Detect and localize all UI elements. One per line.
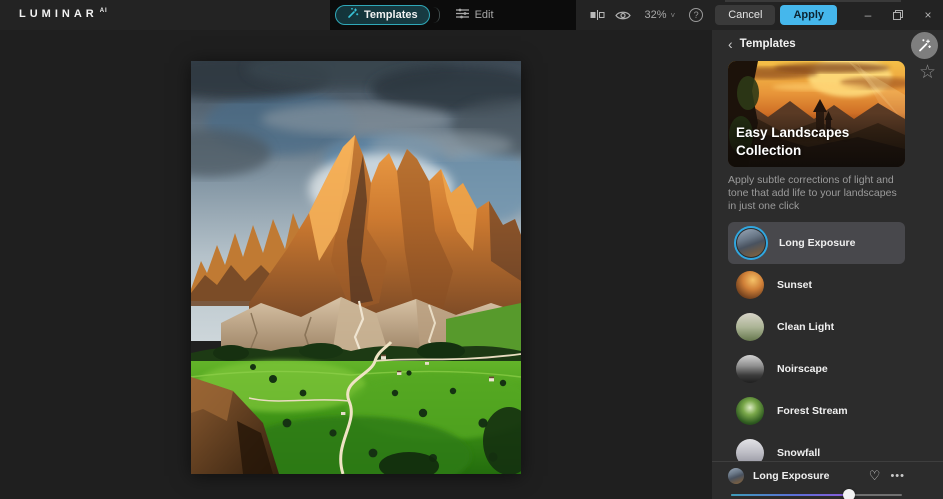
favorite-heart-icon[interactable]: ♡ — [869, 468, 881, 484]
noirscape-thumbnail — [736, 355, 764, 383]
template-row-noirscape[interactable]: Noirscape — [728, 348, 905, 390]
collection-card[interactable]: Easy Landscapes Collection — [728, 61, 905, 167]
edit-sliders-icon — [456, 6, 469, 24]
chevron-left-icon: ‹ — [728, 38, 733, 50]
collection-description: Apply subtle corrections of light and to… — [728, 174, 905, 213]
tab-edit-label: Edit — [475, 9, 494, 21]
photo-preview — [191, 61, 521, 474]
compare-button[interactable] — [584, 0, 610, 30]
restore-button[interactable] — [883, 0, 913, 30]
template-list: Long Exposure Sunset Clean Light Noirsca… — [728, 222, 905, 474]
apply-button[interactable]: Apply — [780, 5, 837, 25]
close-button[interactable]: × — [913, 0, 943, 30]
applied-template-thumbnail — [728, 468, 744, 484]
slider-fill — [731, 494, 849, 496]
help-icon: ? — [689, 8, 703, 22]
templates-wand-button[interactable] — [911, 32, 938, 59]
mode-tabstrip: Templates Edit — [330, 0, 576, 30]
titlebar-actions: 32% ˅ ? Cancel Apply – × — [584, 0, 943, 30]
template-row-forest-stream[interactable]: Forest Stream — [728, 390, 905, 432]
tab-templates-label: Templates — [364, 9, 418, 21]
main-area: ‹ Templates — [0, 30, 943, 499]
clean-light-thumbnail — [736, 313, 764, 341]
cancel-button[interactable]: Cancel — [715, 5, 775, 25]
magic-wand-icon — [347, 6, 359, 24]
preview-eye-button[interactable] — [610, 0, 636, 30]
zoom-level-control[interactable]: 32% ˅ — [644, 9, 675, 21]
panel-title: Templates — [740, 38, 796, 50]
tab-tail-decor — [433, 7, 440, 23]
long-exposure-thumbnail — [737, 229, 765, 257]
more-options-icon[interactable]: ••• — [890, 470, 905, 482]
panel-rail: ☆ — [905, 30, 943, 499]
template-amount-slider[interactable] — [731, 491, 902, 499]
minimize-button[interactable]: – — [853, 0, 883, 30]
applied-template-name: Long Exposure — [753, 470, 869, 482]
app-logo: LUMINARAI — [19, 8, 108, 20]
favorites-star-icon[interactable]: ☆ — [919, 61, 936, 84]
slider-knob[interactable] — [843, 489, 855, 499]
editor-canvas[interactable] — [0, 30, 712, 499]
tab-templates[interactable]: Templates — [335, 5, 430, 25]
template-row-sunset[interactable]: Sunset — [728, 264, 905, 306]
template-row-long-exposure[interactable]: Long Exposure — [728, 222, 905, 264]
titlebar: LUMINARAI Templates Edit — [0, 0, 943, 30]
collection-title: Easy Landscapes Collection — [736, 124, 849, 160]
template-row-clean-light[interactable]: Clean Light — [728, 306, 905, 348]
sunset-thumbnail — [736, 271, 764, 299]
help-button[interactable]: ? — [683, 0, 709, 30]
zoom-level-value: 32% — [644, 9, 666, 21]
window-controls: – × — [853, 0, 943, 30]
selected-ring — [734, 226, 768, 260]
forest-stream-thumbnail — [736, 397, 764, 425]
templates-panel: ‹ Templates — [712, 30, 943, 499]
tab-edit[interactable]: Edit — [456, 6, 494, 24]
luminar-window: LUMINARAI Templates Edit — [0, 0, 943, 499]
back-to-templates-button[interactable]: ‹ Templates — [728, 38, 905, 50]
chevron-down-icon: ˅ — [671, 11, 676, 20]
